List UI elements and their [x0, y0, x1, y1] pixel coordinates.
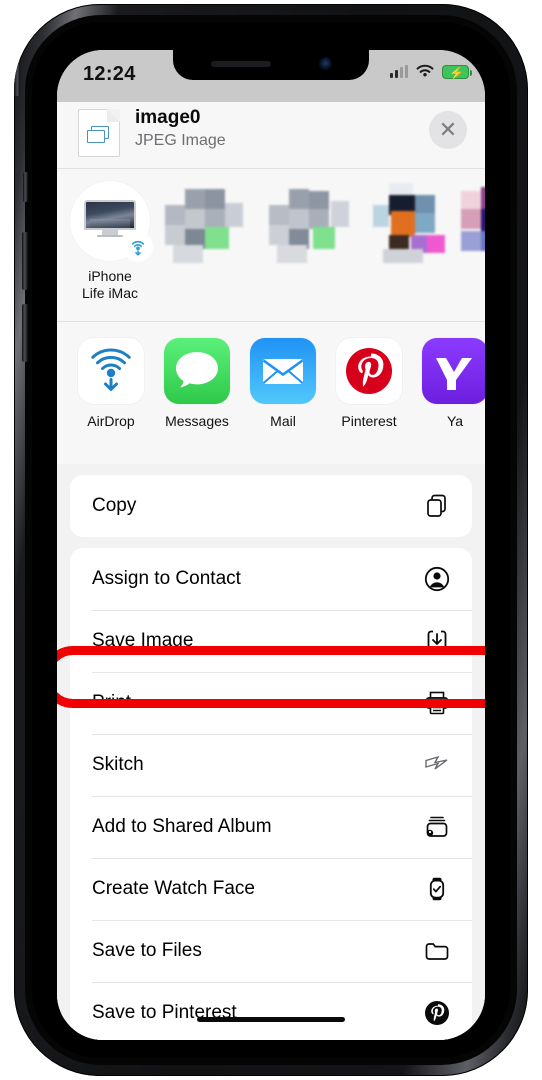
share-sheet: image0 JPEG Image ✕ iPhone Life iMac Air…	[57, 92, 485, 1040]
action-label: Create Watch Face	[92, 878, 255, 899]
share-sheet-header: image0 JPEG Image ✕	[57, 92, 485, 168]
action-label: Skitch	[92, 754, 144, 775]
airdrop-icon	[123, 232, 153, 262]
earpiece-speaker	[211, 61, 271, 67]
action-row-add-to-shared-album[interactable]: Add to Shared Album	[70, 796, 472, 858]
volume-up-button[interactable]	[22, 232, 28, 290]
pinterest-icon	[336, 338, 402, 404]
action-label: Save to Files	[92, 940, 202, 961]
action-label: Print	[92, 692, 132, 713]
yahoo-icon	[422, 338, 485, 404]
shared-album-icon	[424, 814, 450, 840]
action-row-skitch[interactable]: Skitch	[70, 734, 472, 796]
status-bar-time: 12:24	[83, 63, 136, 85]
phone-screen: 12:24 ⚡ image0 JPEG Image ✕ iPhone Life …	[57, 50, 485, 1040]
home-indicator	[197, 1017, 345, 1022]
app-label: AirDrop	[87, 413, 135, 429]
power-button[interactable]	[14, 4, 20, 96]
app-messages[interactable]: Messages	[153, 338, 241, 429]
action-label: Save Image	[92, 630, 194, 651]
redacted-avatar[interactable]	[373, 183, 453, 263]
imac-icon	[84, 200, 136, 237]
actions-card-secondary: Assign to Contact Save Image Print Skitc…	[70, 548, 472, 1040]
app-mail[interactable]: Mail	[239, 338, 327, 429]
action-row-save-to-pinterest[interactable]: Save to Pinterest	[70, 982, 472, 1040]
app-label: Pinterest	[341, 413, 397, 429]
file-title: image0	[135, 107, 201, 128]
app-pinterest[interactable]: Pinterest	[325, 338, 413, 429]
file-subtitle: JPEG Image	[135, 132, 226, 149]
redacted-avatar[interactable]	[269, 183, 349, 263]
airdrop-icon	[78, 338, 144, 404]
action-row-copy[interactable]: Copy	[70, 475, 472, 537]
action-label: Copy	[92, 495, 137, 516]
app-yahoo[interactable]: Ya	[411, 338, 485, 429]
action-row-print[interactable]: Print	[70, 672, 472, 734]
status-bar-indicators: ⚡	[390, 64, 472, 80]
action-label: Assign to Contact	[92, 568, 241, 589]
airdrop-device-label: iPhone Life iMac	[81, 268, 139, 301]
app-label: Ya	[446, 413, 464, 429]
app-label: Mail	[270, 413, 296, 429]
folder-icon	[424, 938, 450, 964]
airdrop-device-thumbnail	[70, 181, 153, 262]
action-row-assign-to-contact[interactable]: Assign to Contact	[70, 548, 472, 610]
redacted-avatar[interactable]	[165, 183, 245, 263]
battery-charging-icon: ⚡	[442, 64, 472, 80]
app-airdrop[interactable]: AirDrop	[67, 338, 155, 429]
apple-watch-icon	[424, 876, 450, 902]
airdrop-row: iPhone Life iMac	[57, 169, 485, 321]
airdrop-device-imac[interactable]: iPhone Life iMac	[67, 181, 153, 302]
front-camera-icon	[320, 58, 331, 69]
volume-down-button[interactable]	[22, 304, 28, 362]
close-glyph: ✕	[438, 117, 458, 142]
action-row-create-watch-face[interactable]: Create Watch Face	[70, 858, 472, 920]
messages-icon	[164, 338, 230, 404]
redacted-avatar[interactable]	[461, 183, 485, 263]
notch	[173, 50, 369, 80]
actions-area: Copy Assign to Contact Save Image Print …	[57, 464, 485, 1040]
mail-icon	[250, 338, 316, 404]
close-icon[interactable]: ✕	[429, 111, 467, 149]
action-row-save-image[interactable]: Save Image	[70, 610, 472, 672]
actions-card-primary: Copy	[70, 475, 472, 537]
action-row-save-to-files[interactable]: Save to Files	[70, 920, 472, 982]
printer-icon	[424, 690, 450, 716]
phone-frame: 12:24 ⚡ image0 JPEG Image ✕ iPhone Life …	[14, 4, 528, 1076]
pinterest-icon	[424, 1000, 450, 1026]
copy-icon	[424, 493, 450, 519]
app-label: Messages	[165, 413, 229, 429]
mute-switch-button[interactable]	[23, 172, 28, 202]
save-download-icon	[424, 628, 450, 654]
jpeg-document-icon	[78, 109, 120, 157]
apps-row: AirDrop Messages Mail Pinterest Ya	[57, 322, 485, 464]
wifi-icon	[416, 64, 434, 77]
skitch-arrow-icon	[424, 752, 450, 778]
action-label: Add to Shared Album	[92, 816, 272, 837]
cellular-bars-icon	[390, 65, 408, 78]
person-circle-icon	[424, 566, 450, 592]
